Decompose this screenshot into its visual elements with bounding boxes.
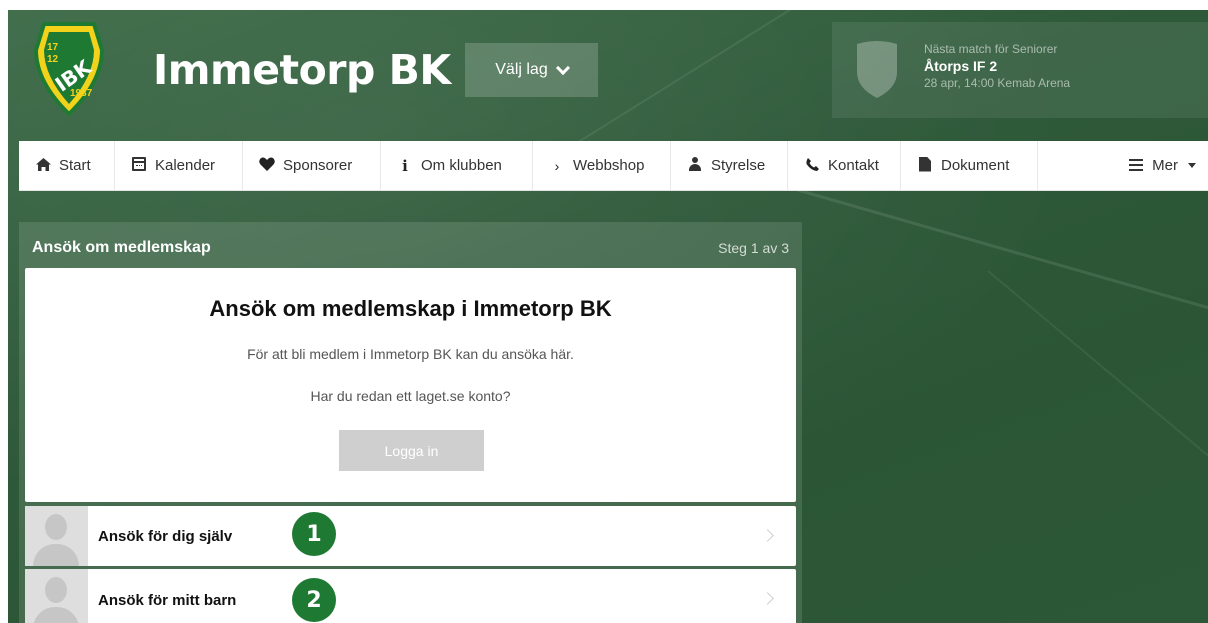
home-icon <box>35 157 51 174</box>
nav-label-om-klubben: Om klubben <box>421 157 502 174</box>
avatar <box>25 506 88 566</box>
nav-item-mer[interactable]: Mer <box>1128 141 1208 190</box>
next-match-opponent: Åtorps IF 2 <box>924 58 998 74</box>
club-logo[interactable]: 17 12 IBK 1937 <box>30 20 108 118</box>
nav-item-sponsorer[interactable]: Sponsorer <box>243 141 381 190</box>
nav-item-kalender[interactable]: Kalender <box>115 141 243 190</box>
nav-label-kalender: Kalender <box>155 157 216 174</box>
nav-item-webbshop[interactable]: › Webbshop <box>533 141 671 190</box>
nav-label-styrelse: Styrelse <box>711 157 766 174</box>
nav-label-start: Start <box>59 157 91 174</box>
menu-bars-icon <box>1128 158 1144 174</box>
heart-icon <box>259 157 275 174</box>
svg-text:17: 17 <box>47 42 59 53</box>
chevron-right-icon <box>761 592 774 605</box>
nav-item-om-klubben[interactable]: i Om klubben <box>381 141 533 190</box>
nav-label-mer: Mer <box>1152 157 1178 174</box>
nav-item-dokument[interactable]: Dokument <box>901 141 1038 190</box>
calendar-icon <box>131 157 147 174</box>
svg-text:12: 12 <box>47 54 59 65</box>
panel-step: Steg 1 av 3 <box>718 240 789 256</box>
team-shield-icon <box>854 38 900 100</box>
chevron-right-icon <box>761 529 774 542</box>
team-select-label: Välj lag <box>495 61 548 78</box>
membership-panel: Ansök om medlemskap Steg 1 av 3 Ansök om… <box>19 222 802 623</box>
club-name[interactable]: Immetorp BK <box>153 46 451 94</box>
caret-down-icon <box>1188 163 1196 168</box>
nav-label-webbshop: Webbshop <box>573 157 645 174</box>
next-match-details: 28 apr, 14:00 Kemab Arena <box>924 76 1071 90</box>
nav-item-start[interactable]: Start <box>19 141 115 190</box>
apply-child-option[interactable]: Ansök för mitt barn <box>25 569 796 623</box>
nav-label-kontakt: Kontakt <box>828 157 879 174</box>
nav-item-kontakt[interactable]: Kontakt <box>788 141 901 190</box>
main-nav: Start Kalender Sponsorer i Om klubben › … <box>19 141 1208 191</box>
team-select-button[interactable]: Välj lag <box>465 43 598 97</box>
apply-self-option[interactable]: Ansök för dig själv <box>25 506 796 566</box>
card-heading: Ansök om medlemskap i Immetorp BK <box>209 296 612 321</box>
step-badge-1: 1 <box>292 512 336 556</box>
svg-text:1937: 1937 <box>70 88 93 99</box>
panel-header: Ansök om medlemskap Steg 1 av 3 <box>19 222 802 268</box>
nav-item-styrelse[interactable]: Styrelse <box>671 141 788 190</box>
avatar <box>25 569 88 623</box>
apply-self-label: Ansök för dig själv <box>98 528 233 545</box>
nav-label-dokument: Dokument <box>941 157 1010 174</box>
nav-label-sponsorer: Sponsorer <box>283 157 353 174</box>
account-question: Har du redan ett laget.se konto? <box>310 388 511 404</box>
phone-icon <box>804 157 820 174</box>
login-button[interactable]: Logga in <box>339 430 484 471</box>
info-icon: i <box>402 156 408 175</box>
chevron-down-icon <box>555 60 570 75</box>
membership-intro-card: Ansök om medlemskap i Immetorp BK För at… <box>25 268 796 502</box>
next-match-label: Nästa match för Seniorer <box>924 42 1058 56</box>
chevron-right-icon: › <box>554 157 560 174</box>
user-icon <box>687 157 703 174</box>
step-badge-2: 2 <box>292 578 336 622</box>
next-match-widget[interactable]: Nästa match för Seniorer Åtorps IF 2 28 … <box>832 22 1208 118</box>
card-description: För att bli medlem i Immetorp BK kan du … <box>247 346 574 362</box>
panel-title: Ansök om medlemskap <box>32 239 211 256</box>
apply-child-label: Ansök för mitt barn <box>98 592 237 609</box>
document-icon <box>917 156 933 175</box>
